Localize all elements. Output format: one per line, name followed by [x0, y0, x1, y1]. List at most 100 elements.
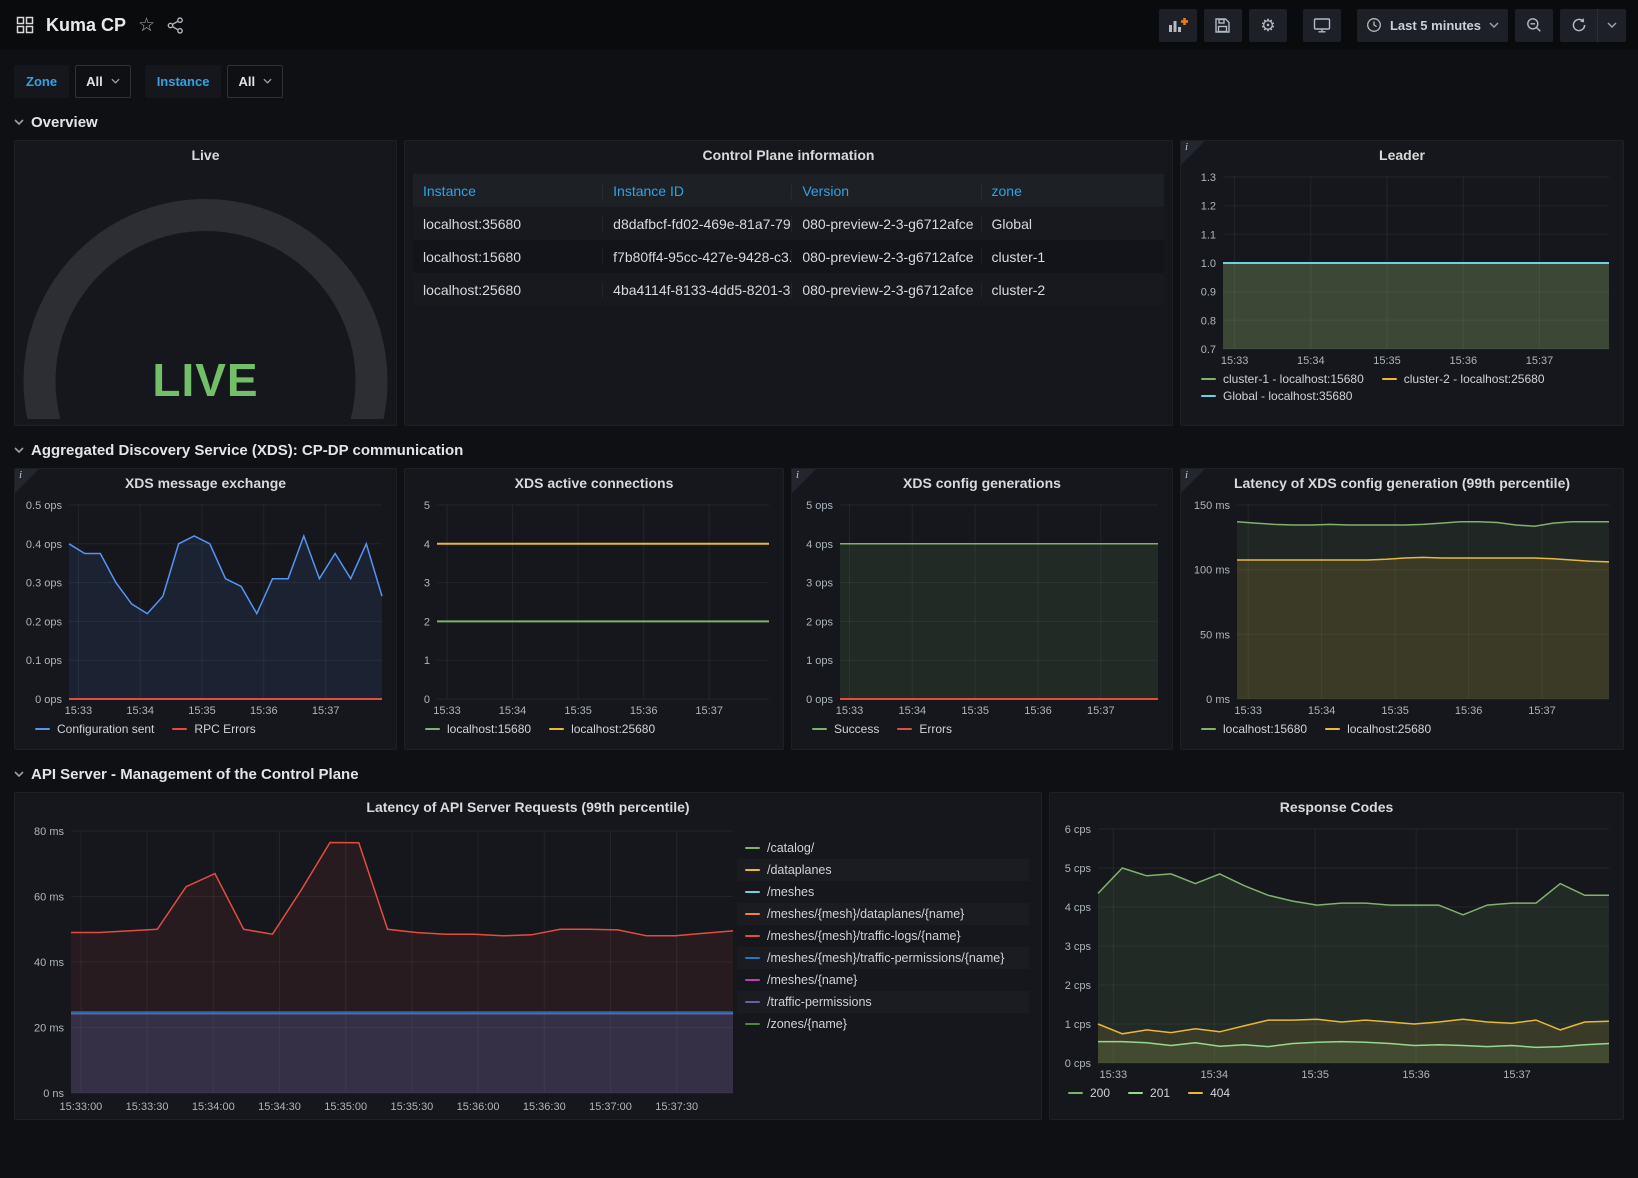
- leader-chart[interactable]: 15:3315:3415:3515:3615:370.70.80.91.01.1…: [1185, 169, 1619, 369]
- svg-text:15:33: 15:33: [1100, 1069, 1128, 1081]
- legend-label: localhost:25680: [571, 722, 655, 736]
- legend-label: cluster-1 - localhost:15680: [1223, 372, 1364, 386]
- variable-zone-value[interactable]: All: [75, 65, 131, 98]
- panel-response-codes-title[interactable]: Response Codes: [1050, 793, 1623, 821]
- legend-item-catalog[interactable]: /catalog/: [737, 837, 1029, 859]
- save-icon[interactable]: [1204, 9, 1242, 42]
- legend-item-meshes-mesh-dataplanes-name[interactable]: /meshes/{mesh}/dataplanes/{name}: [737, 903, 1029, 925]
- legend-item-traffic-permissions[interactable]: /traffic-permissions: [737, 991, 1029, 1013]
- legend-color-dash: [1382, 378, 1397, 380]
- gear-icon[interactable]: ⚙: [1249, 9, 1287, 42]
- svg-text:15:36: 15:36: [1024, 705, 1052, 717]
- variable-instance: Instance All: [145, 65, 283, 98]
- section-api-server[interactable]: API Server - Management of the Control P…: [14, 763, 1624, 785]
- svg-text:3 ops: 3 ops: [806, 578, 833, 590]
- svg-text:15:33:00: 15:33:00: [59, 1101, 102, 1113]
- legend-item-dataplanes[interactable]: /dataplanes: [737, 859, 1029, 881]
- table-header-instance[interactable]: Instance: [413, 183, 602, 199]
- chevron-down-icon: [14, 447, 24, 453]
- legend-item-localhost-25680[interactable]: localhost:25680: [549, 722, 655, 736]
- legend-label: localhost:25680: [1347, 722, 1431, 736]
- info-icon[interactable]: [15, 469, 39, 493]
- xds-latency-chart[interactable]: 15:3315:3415:3515:3615:370 ms50 ms100 ms…: [1185, 497, 1619, 719]
- panel-cp-title[interactable]: Control Plane information: [405, 141, 1172, 169]
- info-icon[interactable]: [1181, 469, 1205, 493]
- panel-xds-active-title[interactable]: XDS active connections: [405, 469, 783, 497]
- legend-item-localhost-25680[interactable]: localhost:25680: [1325, 722, 1431, 736]
- svg-text:15:34: 15:34: [1201, 1069, 1229, 1081]
- legend-label: 201: [1150, 1086, 1170, 1100]
- svg-text:15:36: 15:36: [1402, 1069, 1430, 1081]
- legend-item-404[interactable]: 404: [1188, 1086, 1230, 1100]
- panel-xds-latency: Latency of XDS config generation (99th p…: [1180, 468, 1624, 750]
- add-panel-button[interactable]: [1159, 9, 1197, 42]
- legend-item-errors[interactable]: Errors: [897, 722, 952, 736]
- legend-item-meshes-mesh-traffic-permissions-name[interactable]: /meshes/{mesh}/traffic-permissions/{name…: [737, 947, 1029, 969]
- dashboard-grid-icon[interactable]: [16, 16, 34, 34]
- svg-text:1.3: 1.3: [1201, 172, 1216, 184]
- panel-api-latency-title[interactable]: Latency of API Server Requests (99th per…: [15, 793, 1041, 821]
- variable-zone-selected: All: [86, 74, 103, 89]
- star-icon[interactable]: ☆: [138, 16, 155, 35]
- legend-item-zones-name[interactable]: /zones/{name}: [737, 1013, 1029, 1035]
- legend-item-cluster-1-localhost-15680[interactable]: cluster-1 - localhost:15680: [1201, 372, 1364, 386]
- svg-text:15:35:00: 15:35:00: [324, 1101, 367, 1113]
- legend-item-configuration-sent[interactable]: Configuration sent: [35, 722, 154, 736]
- svg-text:15:37: 15:37: [1526, 355, 1554, 367]
- legend-item-200[interactable]: 200: [1068, 1086, 1110, 1100]
- panel-xds-active-connections: XDS active connections 15:3315:3415:3515…: [404, 468, 784, 750]
- legend-item-201[interactable]: 201: [1128, 1086, 1170, 1100]
- svg-text:15:37: 15:37: [695, 705, 723, 717]
- panel-xds-message-title[interactable]: XDS message exchange: [15, 469, 396, 497]
- api-latency-chart[interactable]: 15:33:0015:33:3015:34:0015:34:3015:35:00…: [21, 823, 743, 1115]
- legend-item-meshes[interactable]: /meshes: [737, 881, 1029, 903]
- legend-color-dash: [812, 728, 827, 730]
- section-xds[interactable]: Aggregated Discovery Service (XDS): CP-D…: [14, 439, 1624, 461]
- legend-item-localhost-15680[interactable]: localhost:15680: [425, 722, 531, 736]
- svg-text:15:35: 15:35: [961, 705, 989, 717]
- legend-color-dash: [745, 847, 760, 849]
- panel-live-title[interactable]: Live: [15, 141, 396, 169]
- table-header-zone[interactable]: zone: [981, 183, 1164, 199]
- refresh-interval-chevron[interactable]: [1598, 9, 1626, 42]
- section-overview[interactable]: Overview: [14, 111, 1624, 133]
- svg-text:2 ops: 2 ops: [806, 616, 833, 628]
- table-header-row: InstanceInstance IDVersionzone: [413, 174, 1164, 207]
- svg-text:0 ops: 0 ops: [35, 694, 62, 706]
- svg-text:15:34:00: 15:34:00: [192, 1101, 235, 1113]
- svg-text:15:35: 15:35: [188, 705, 216, 717]
- xds-active-chart[interactable]: 15:3315:3415:3515:3615:37012345: [409, 497, 779, 719]
- zoom-out-icon[interactable]: [1515, 9, 1553, 42]
- panel-response-codes: Response Codes 15:3315:3415:3515:3615:37…: [1049, 792, 1624, 1120]
- xds-message-chart[interactable]: 15:3315:3415:3515:3615:370 ops0.1 ops0.2…: [19, 497, 392, 719]
- panel-leader-title[interactable]: Leader: [1181, 141, 1623, 169]
- variable-instance-value[interactable]: All: [227, 65, 283, 98]
- svg-text:5 ops: 5 ops: [806, 500, 833, 512]
- legend-item-meshes-name[interactable]: /meshes/{name}: [737, 969, 1029, 991]
- refresh-icon[interactable]: [1560, 9, 1598, 42]
- table-cell: f7b80ff4-95cc-427e-9428-c3...: [602, 249, 791, 265]
- legend-label: /traffic-permissions: [767, 995, 872, 1009]
- legend-item-meshes-mesh-traffic-logs-name[interactable]: /meshes/{mesh}/traffic-logs/{name}: [737, 925, 1029, 947]
- table-header-instance-id[interactable]: Instance ID: [602, 183, 791, 199]
- response-codes-chart[interactable]: 15:3315:3415:3515:3615:370 cps1 cps2 cps…: [1054, 821, 1619, 1083]
- section-xds-label: Aggregated Discovery Service (XDS): CP-D…: [31, 442, 463, 459]
- legend-item-cluster-2-localhost-25680[interactable]: cluster-2 - localhost:25680: [1382, 372, 1545, 386]
- tv-mode-icon[interactable]: [1303, 9, 1341, 42]
- panel-xds-latency-title[interactable]: Latency of XDS config generation (99th p…: [1181, 469, 1623, 497]
- table-header-version[interactable]: Version: [791, 183, 980, 199]
- section-overview-label: Overview: [31, 114, 98, 131]
- panel-xds-config-title[interactable]: XDS config generations: [792, 469, 1172, 497]
- legend-item-global-localhost-35680[interactable]: Global - localhost:35680: [1201, 389, 1352, 403]
- legend-item-success[interactable]: Success: [812, 722, 879, 736]
- share-icon[interactable]: [167, 17, 184, 34]
- legend-item-localhost-15680[interactable]: localhost:15680: [1201, 722, 1307, 736]
- time-range-picker[interactable]: Last 5 minutes: [1357, 9, 1508, 42]
- xds-config-chart[interactable]: 15:3315:3415:3515:3615:370 ops1 ops2 ops…: [796, 497, 1168, 719]
- table-row: localhost:256804ba4114f-8133-4dd5-8201-3…: [413, 273, 1164, 306]
- info-icon[interactable]: [1181, 141, 1205, 165]
- info-icon[interactable]: [792, 469, 816, 493]
- top-navbar: Kuma CP ☆ ⚙ Last 5 minutes: [0, 0, 1638, 50]
- legend-item-rpc-errors[interactable]: RPC Errors: [172, 722, 255, 736]
- svg-text:15:37:30: 15:37:30: [655, 1101, 698, 1113]
